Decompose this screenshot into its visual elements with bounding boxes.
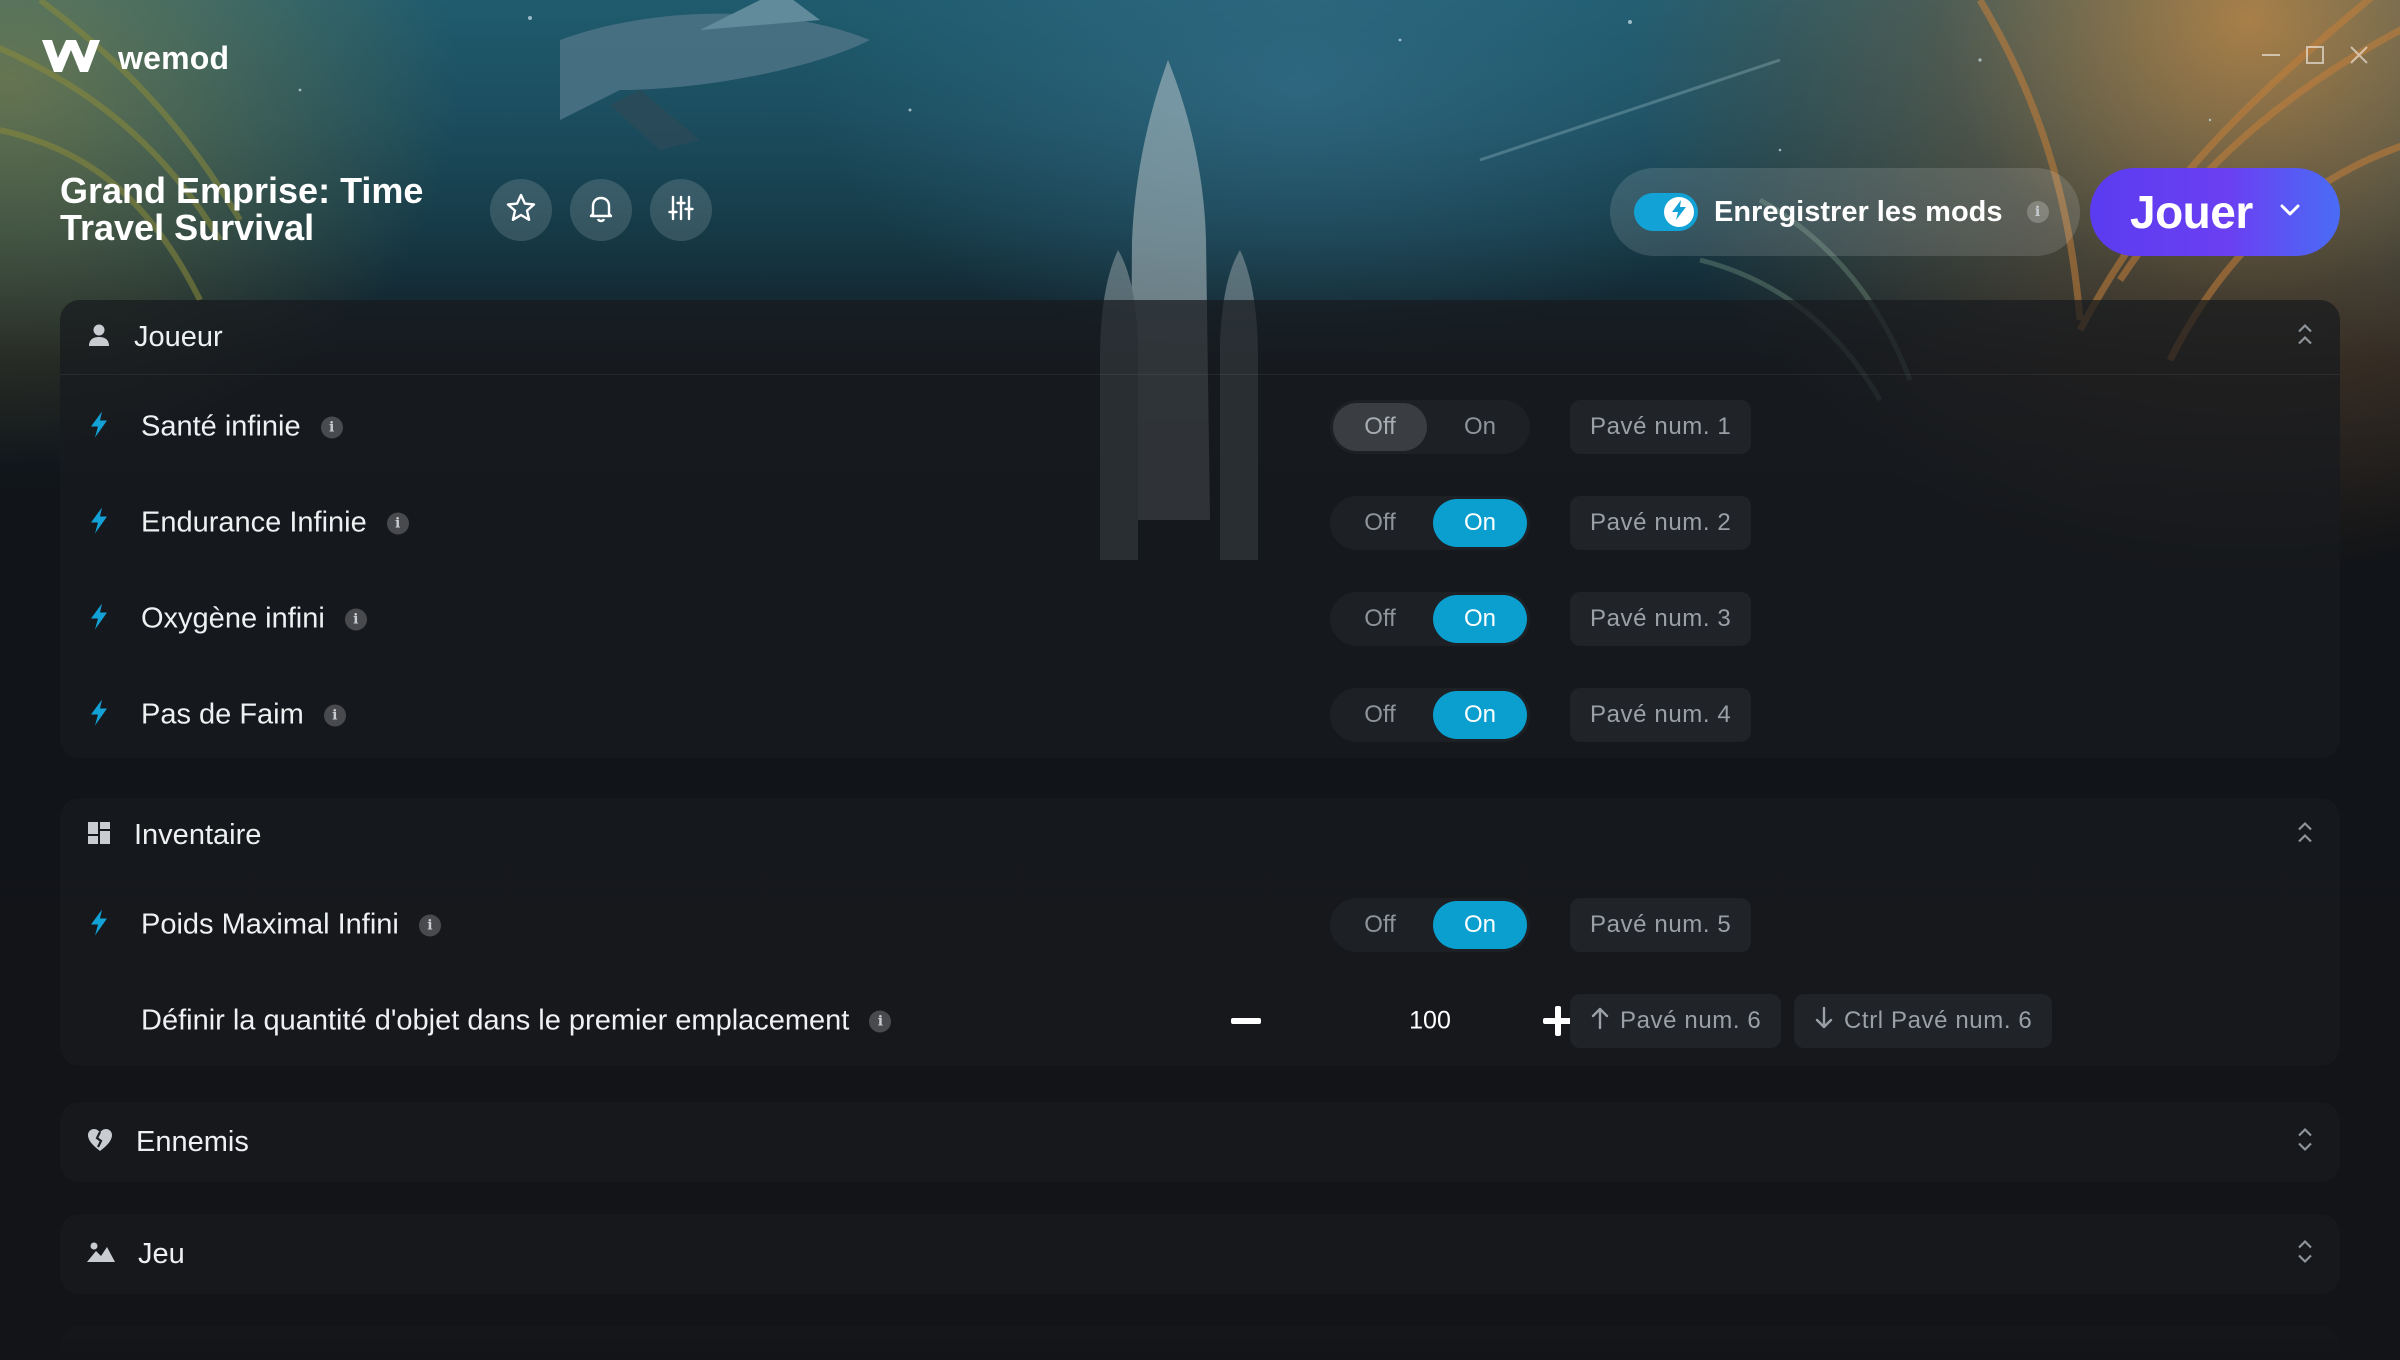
mod-label: Oxygène infini [141, 602, 325, 635]
section-inventory: Inventaire Poids Maximal Infini i Off On… [60, 798, 2340, 1066]
toggle-off-option[interactable]: Off [1333, 901, 1427, 949]
app-brand: wemod [40, 36, 229, 81]
arrow-down-icon [1814, 1006, 1834, 1037]
star-icon [505, 192, 537, 229]
expand-icon[interactable] [2296, 1127, 2314, 1158]
mod-label: Poids Maximal Infini [141, 908, 399, 941]
hotkey-badge[interactable]: Pavé num. 2 [1570, 496, 1752, 550]
notifications-button[interactable] [570, 179, 632, 241]
play-label: Jouer [2130, 186, 2253, 238]
toggle-off-option[interactable]: Off [1333, 691, 1427, 739]
section-header[interactable]: Joueur [60, 300, 2340, 374]
save-mods-switch[interactable] [1634, 193, 1698, 231]
lightning-icon [88, 411, 110, 444]
stepper-label: Définir la quantité d'objet dans le prem… [141, 1004, 850, 1037]
hotkey-label: Pavé num. 3 [1590, 605, 1732, 632]
stepper-row: Définir la quantité d'objet dans le prem… [60, 973, 2340, 1069]
mod-row: Santé infinie i Off On Pavé num. 1 [60, 379, 2340, 475]
expand-icon[interactable] [2296, 1239, 2314, 1270]
mod-label: Pas de Faim [141, 698, 304, 731]
mod-row: Pas de Faim i Off On Pavé num. 4 [60, 667, 2340, 763]
toggle-on-option[interactable]: On [1433, 901, 1527, 949]
hotkey-label: Pavé num. 4 [1590, 701, 1732, 728]
mod-toggle[interactable]: Off On [1330, 898, 1530, 952]
bell-icon [585, 192, 617, 229]
toggle-off-option[interactable]: Off [1333, 403, 1427, 451]
section-enemies[interactable]: Ennemis [60, 1102, 2340, 1182]
hotkey-label: Pavé num. 1 [1590, 413, 1732, 440]
mod-toggle[interactable]: Off On [1330, 592, 1530, 646]
lightning-icon [88, 699, 110, 732]
collapse-icon[interactable] [2296, 820, 2314, 851]
stepper-value[interactable]: 100 [1390, 1007, 1470, 1036]
mod-toggle[interactable]: Off On [1330, 688, 1530, 742]
game-title: Grand Emprise: Time Travel Survival [60, 170, 424, 248]
section-title: Jeu [138, 1237, 185, 1270]
section-title: Joueur [134, 320, 223, 353]
info-icon[interactable]: i [344, 608, 367, 630]
info-icon[interactable]: i [418, 914, 441, 936]
section-header[interactable]: Inventaire [60, 798, 2340, 872]
landscape-icon [86, 1240, 116, 1269]
hotkey-label: Pavé num. 2 [1590, 509, 1732, 536]
hotkey-badge[interactable]: Pavé num. 4 [1570, 688, 1752, 742]
section-title: Ennemis [136, 1125, 249, 1158]
mod-row: Endurance Infinie i Off On Pavé num. 2 [60, 475, 2340, 571]
hotkey-label: Pavé num. 6 [1620, 1007, 1762, 1034]
hotkey-badge[interactable]: Pavé num. 1 [1570, 400, 1752, 454]
hotkey-label: Ctrl Pavé num. 6 [1844, 1007, 2033, 1034]
section-header[interactable]: Ennemis [60, 1102, 2340, 1182]
lightning-icon [88, 909, 110, 942]
collapse-icon[interactable] [2296, 322, 2314, 353]
window-controls [2260, 44, 2370, 66]
close-icon[interactable] [2348, 44, 2370, 66]
mod-toggle[interactable]: Off On [1330, 496, 1530, 550]
section-player: Joueur Santé infinie i Off On Pavé num. … [60, 300, 2340, 758]
scroll-fade [0, 1300, 2400, 1360]
lightning-icon [1670, 199, 1688, 226]
info-icon[interactable]: i [320, 416, 343, 438]
hotkey-badge[interactable]: Pavé num. 3 [1570, 592, 1752, 646]
chevron-down-icon[interactable] [2279, 203, 2301, 222]
dashboard-icon [86, 820, 112, 851]
hotkey-label: Pavé num. 5 [1590, 911, 1732, 938]
hotkey-badge[interactable]: Pavé num. 5 [1570, 898, 1752, 952]
broken-heart-icon [86, 1127, 114, 1158]
toggle-off-option[interactable]: Off [1333, 595, 1427, 643]
toggle-on-option[interactable]: On [1433, 595, 1527, 643]
save-mods-toggle[interactable]: Enregistrer les mods i [1610, 168, 2080, 256]
sliders-icon [665, 192, 697, 229]
save-mods-label: Enregistrer les mods [1714, 195, 2003, 228]
toggle-off-option[interactable]: Off [1333, 499, 1427, 547]
toggle-on-option[interactable]: On [1433, 499, 1527, 547]
section-game[interactable]: Jeu [60, 1214, 2340, 1294]
arrow-up-icon [1590, 1006, 1610, 1037]
lightning-icon [88, 507, 110, 540]
maximize-icon[interactable] [2304, 44, 2326, 66]
hotkey-badge-increase[interactable]: Pavé num. 6 [1570, 994, 1782, 1048]
mod-label: Endurance Infinie [141, 506, 367, 539]
info-icon[interactable]: i [2026, 201, 2049, 223]
mod-row: Oxygène infini i Off On Pavé num. 3 [60, 571, 2340, 667]
info-icon[interactable]: i [323, 704, 346, 726]
favorite-button[interactable] [490, 179, 552, 241]
user-icon [86, 322, 112, 353]
hotkey-badge-decrease[interactable]: Ctrl Pavé num. 6 [1794, 994, 2053, 1048]
mod-toggle[interactable]: Off On [1330, 400, 1530, 454]
wemod-logo-icon [40, 36, 102, 81]
section-title: Inventaire [134, 818, 262, 851]
minimize-icon[interactable] [2260, 44, 2282, 66]
toggle-on-option[interactable]: On [1433, 403, 1527, 451]
play-button[interactable]: Jouer [2090, 168, 2340, 256]
toggle-on-option[interactable]: On [1433, 691, 1527, 739]
brand-name: wemod [118, 40, 230, 76]
decrement-button[interactable] [1226, 1001, 1266, 1041]
settings-button[interactable] [650, 179, 712, 241]
section-header[interactable]: Jeu [60, 1214, 2340, 1294]
mod-row: Poids Maximal Infini i Off On Pavé num. … [60, 877, 2340, 973]
info-icon[interactable]: i [386, 512, 409, 534]
lightning-icon [88, 603, 110, 636]
info-icon[interactable]: i [869, 1010, 892, 1032]
mod-label: Santé infinie [141, 410, 301, 443]
